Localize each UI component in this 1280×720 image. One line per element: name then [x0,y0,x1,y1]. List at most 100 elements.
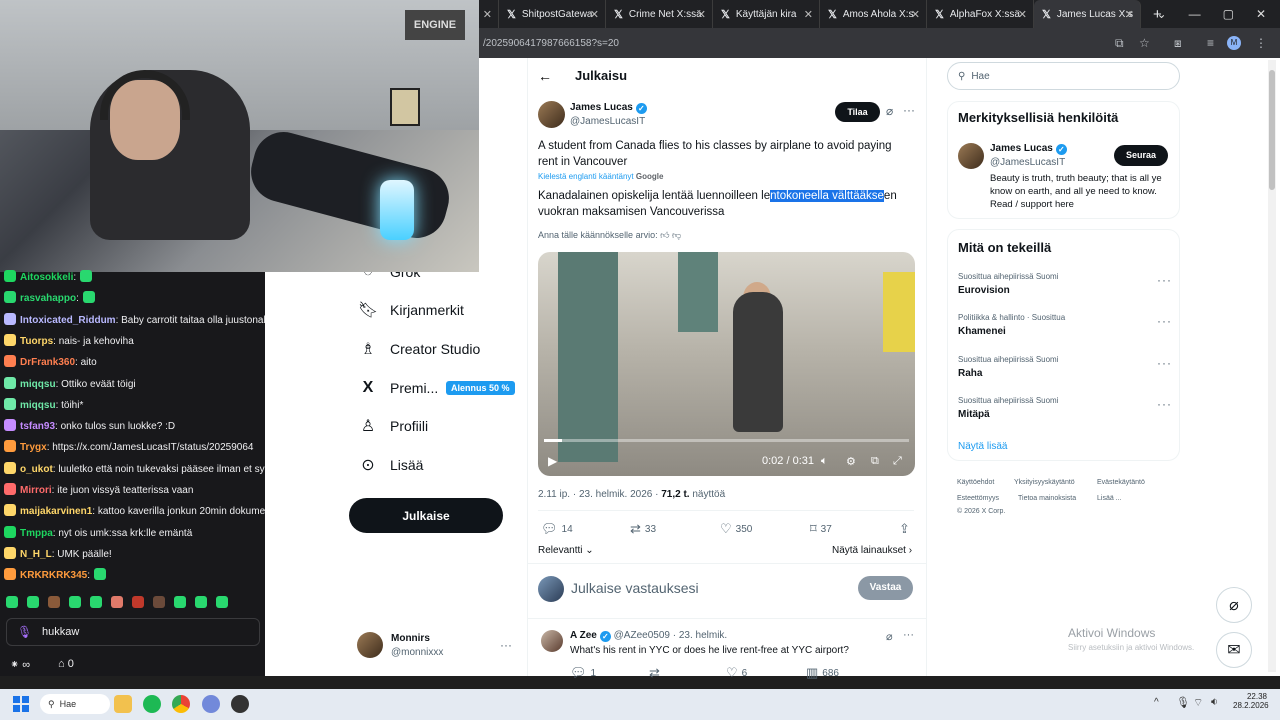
emote-icon[interactable] [111,596,123,608]
trend-name[interactable]: Eurovision [958,285,1010,296]
trend-more-icon[interactable]: ··· [1157,314,1172,328]
close-icon[interactable]: ✕ [697,8,706,21]
chat-username[interactable]: KRKRKRK345 [20,570,87,581]
author-avatar[interactable] [538,101,565,128]
chat-username[interactable]: Tmppa [20,528,53,539]
volume-icon[interactable]: 🔈︎ [821,455,828,468]
taskbar-search[interactable]: ⚲ Hae [40,694,110,714]
tab-shitpost[interactable]: 𝕏 ShitpostGatewa ✕ [499,0,606,28]
footer-ads[interactable]: Tietoa mainoksista [1018,495,1076,502]
reply-views-action[interactable]: ▥ 686 [806,665,839,681]
chat-username[interactable]: N_H_L [20,549,52,560]
post-timestamp[interactable]: 2.11 ip. · 23. helmik. 2026 · [538,489,658,500]
clock[interactable]: 22.38 28.2.2026 [1233,692,1269,710]
reply-reply-action[interactable]: 💬︎ 1 [570,665,596,681]
footer-terms[interactable]: Käyttöehdot [957,479,994,486]
share-action[interactable]: ⇪ [899,521,910,537]
chat-username[interactable]: miqqsu [20,400,56,411]
tab-close-prev[interactable]: ✕ [479,0,499,28]
nav-premium[interactable]: X Premi... [358,378,439,398]
chat-username[interactable]: rasvahappo [20,293,76,304]
reply-author-avatar[interactable] [541,630,563,652]
emote-icon[interactable] [27,596,39,608]
microphone-icon[interactable]: 🎙︎ [17,625,32,639]
chat-username[interactable]: maijakarvinen1 [20,506,92,517]
reply-button[interactable]: Vastaa [858,576,913,600]
network-icon[interactable]: ⌔ [1193,696,1203,710]
author-name[interactable]: James Lucas ✓ [570,102,647,114]
reply-like-action[interactable]: ♡ 6 [726,665,747,681]
mic-tray-icon[interactable]: 🎙︎ [1176,696,1190,709]
reply-author[interactable]: A Zee ✓ @AZee0509 · 23. helmik. [570,630,727,642]
account-menu-icon[interactable]: ··· [500,638,512,652]
volume-tray-icon[interactable]: 🔉︎ [1211,696,1218,709]
spotify-icon[interactable] [143,695,161,713]
account-name[interactable]: Monnirs [391,633,430,644]
person-avatar[interactable] [958,143,984,169]
grok-explain-icon[interactable]: ⌀ [886,104,893,118]
tab-amos[interactable]: 𝕏 Amos Ahola X:s ✕ [820,0,927,28]
video-player[interactable]: ▶ 0:02 / 0:31 🔈︎ ⚙ ⧉ ⤢ [538,252,915,476]
emote-icon[interactable] [48,596,60,608]
bookmark-action[interactable]: ⌑ 37 [810,521,832,537]
chat-input[interactable]: 🎙︎ hukkaw [6,618,260,646]
close-icon[interactable]: ✕ [590,8,599,21]
messages-float-button[interactable]: ✉ [1216,632,1252,668]
emote-icon[interactable] [132,596,144,608]
back-arrow-icon[interactable]: ← [538,68,552,84]
chat-username[interactable]: miqqsu [20,379,56,390]
footer-cookies[interactable]: Evästekäytäntö [1097,479,1145,486]
like-action[interactable]: ♡ 350 [720,521,752,537]
footer-more[interactable]: Lisää ... [1097,495,1122,502]
chat-username[interactable]: Mirrori [20,485,52,496]
maximize-icon[interactable]: ▢ [1223,7,1234,21]
chat-username[interactable]: DrFrank360 [20,357,75,368]
chat-username[interactable]: tsfan93 [20,421,55,432]
emote-icon[interactable] [90,596,102,608]
reply-action[interactable]: 💬︎ 14 [541,521,573,537]
nav-more[interactable]: ⊙ Lisää [358,455,423,475]
video-progress-bar[interactable] [544,439,909,442]
author-handle[interactable]: @JamesLucasIT [570,116,645,127]
tab-alphafox[interactable]: 𝕏 AlphaFox X:ssä ✕ [927,0,1034,28]
footer-accessibility[interactable]: Esteettömyys [957,495,999,502]
chat-username[interactable]: Trygx [20,442,47,453]
thumbs-down-icon[interactable]: 👎︎ [672,230,681,240]
footer-privacy[interactable]: Yksityisyyskäytäntö [1014,479,1075,486]
emote-icon[interactable] [6,596,18,608]
extensions-icon[interactable]: ⧆ [1174,36,1182,51]
obs-icon[interactable] [231,695,249,713]
repost-action[interactable]: ⇄ 33 [630,521,656,537]
trend-more-icon[interactable]: ··· [1157,273,1172,287]
scrollbar-thumb[interactable] [1269,70,1275,190]
menu-icon[interactable]: ⋮ [1255,36,1267,50]
post-button[interactable]: Julkaise [349,498,503,533]
tab-crimenet[interactable]: 𝕏 Crime Net X:ssä ✕ [606,0,713,28]
emote-icon[interactable] [153,596,165,608]
sort-relevance[interactable]: Relevantti ⌄ [538,545,594,556]
fullscreen-icon[interactable]: ⤢ [893,455,902,468]
play-icon[interactable]: ▶ [548,454,557,468]
chat-username[interactable]: Intoxicated_Riddum [20,315,116,326]
close-icon[interactable]: ✕ [911,8,920,21]
chrome-icon[interactable] [172,695,190,713]
trend-name[interactable]: Mitäpä [958,409,990,420]
reply-repost-action[interactable]: ⇄ [649,665,660,681]
account-avatar[interactable] [357,632,383,658]
discord-icon[interactable] [202,695,220,713]
address-bar[interactable]: /2025906417987666158?s=20 ⧉ ☆ ⧆ ≡ M ⋮ [479,28,1280,58]
translation-source[interactable]: Kielestä englanti kääntänyt Google [538,172,663,181]
trend-more-icon[interactable]: ··· [1157,397,1172,411]
profile-avatar-icon[interactable]: M [1227,36,1241,50]
show-quotes-link[interactable]: Näytä lainaukset › [832,545,912,556]
minimize-icon[interactable]: — [1189,7,1201,21]
tray-chevron-icon[interactable]: ^ [1154,697,1159,708]
chat-username[interactable]: Aitosokkeli [20,272,73,283]
channel-points[interactable]: ⌂ 0 [58,658,74,670]
show-more-link[interactable]: Näytä lisää [958,441,1007,452]
search-input[interactable]: ⚲ Hae [947,62,1180,90]
nav-creator-studio[interactable]: ♗ Creator Studio [358,339,480,359]
emote-icon[interactable] [69,596,81,608]
close-window-icon[interactable]: ✕ [1256,7,1266,21]
grok-float-button[interactable]: ⌀ [1216,587,1252,623]
